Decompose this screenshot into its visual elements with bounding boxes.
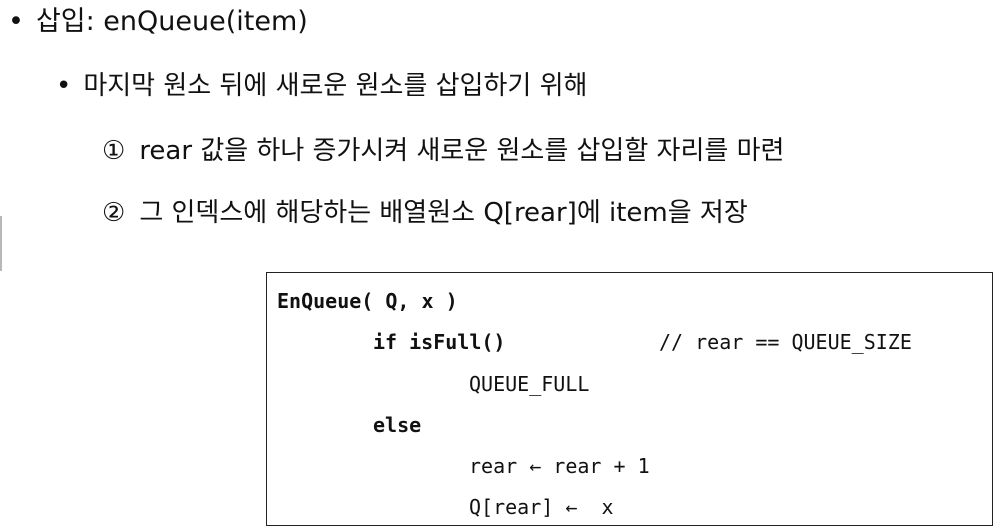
- step-2-text: 그 인덱스에 해당하는 배열원소 Q[rear]에 item을 저장: [139, 198, 748, 228]
- code-line-else: else: [373, 413, 422, 437]
- heading-insert: • 삽입: enQueue(item): [8, 2, 308, 42]
- pseudocode-box: EnQueue( Q, x ) if isFull() // rear == Q…: [266, 272, 993, 526]
- code-line-increment: rear ← rear + 1: [469, 454, 650, 478]
- bullet-marker: •: [56, 71, 72, 101]
- step-number-1: ①: [102, 136, 126, 166]
- subbullet-purpose-text: 마지막 원소 뒤에 새로운 원소를 삽입하기 위해: [83, 71, 588, 101]
- left-edge-divider: [0, 216, 2, 271]
- code-line-assign: Q[rear] ← x: [469, 495, 614, 519]
- step-1-text: rear 값을 하나 증가시켜 새로운 원소를 삽입할 자리를 마련: [139, 136, 785, 166]
- code-line-if: if isFull(): [373, 330, 506, 354]
- bullet-marker: •: [8, 6, 24, 37]
- heading-insert-text: 삽입: enQueue(item): [35, 6, 308, 37]
- subbullet-purpose: • 마지막 원소 뒤에 새로운 원소를 삽입하기 위해: [56, 66, 587, 106]
- code-line-signature: EnQueue( Q, x ): [277, 289, 458, 313]
- step-1: ① rear 값을 하나 증가시켜 새로운 원소를 삽입할 자리를 마련: [102, 131, 784, 171]
- step-number-2: ②: [102, 198, 126, 228]
- code-comment: // rear == QUEUE_SIZE: [659, 330, 912, 354]
- code-line-queue-full: QUEUE_FULL: [469, 372, 590, 396]
- step-2: ② 그 인덱스에 해당하는 배열원소 Q[rear]에 item을 저장: [102, 193, 748, 233]
